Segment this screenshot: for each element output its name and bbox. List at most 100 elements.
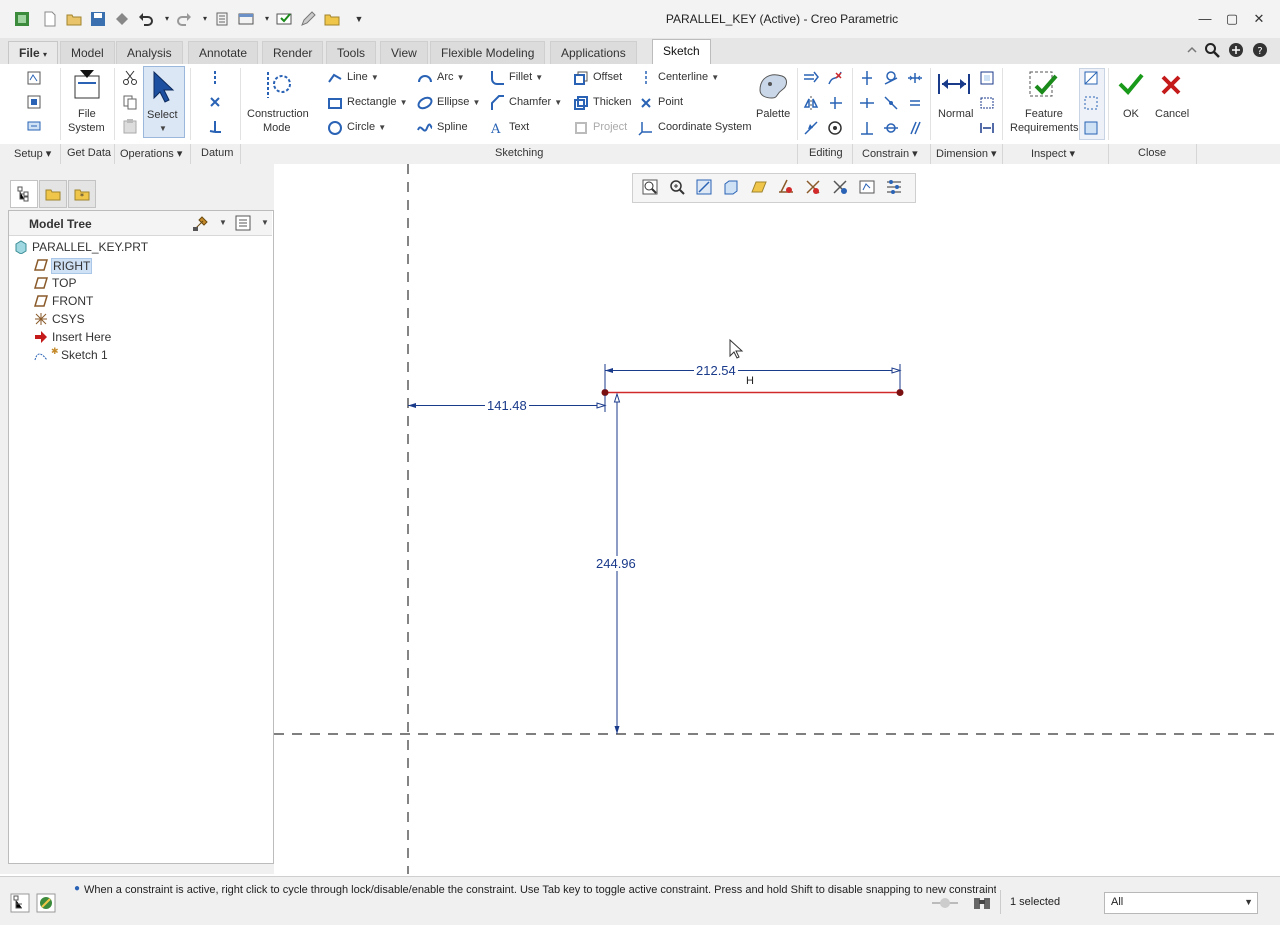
tree-columns-icon[interactable] xyxy=(234,214,252,232)
datum-centerline-icon[interactable] xyxy=(207,70,223,86)
tab-annotate[interactable]: Annotate xyxy=(188,41,259,64)
tree-item-front[interactable]: FRONT xyxy=(52,294,93,308)
rotate-resize-icon[interactable] xyxy=(827,120,843,136)
selection-binoculars-icon[interactable] xyxy=(972,894,992,912)
corner-icon[interactable] xyxy=(827,95,843,111)
coincident-constraint-icon[interactable] xyxy=(883,120,899,136)
midpoint-constraint-icon[interactable] xyxy=(883,95,899,111)
delete-segment-icon[interactable] xyxy=(827,70,843,86)
rectangle-dropdown-icon[interactable]: ▼ xyxy=(400,98,408,107)
tree-settings-icon[interactable] xyxy=(192,214,210,232)
dimension-height-value[interactable]: 244.96 xyxy=(594,556,638,571)
point-label[interactable]: Point xyxy=(658,96,683,108)
parallel-constraint-icon[interactable] xyxy=(907,120,923,136)
datum-point-icon[interactable] xyxy=(207,94,223,110)
tree-item-insert-here[interactable]: Insert Here xyxy=(52,330,111,344)
offset-label[interactable]: Offset xyxy=(593,71,622,83)
tab-model[interactable]: Model xyxy=(60,41,115,64)
construction-mode-label-2[interactable]: Mode xyxy=(263,122,291,134)
favorites-tab[interactable]: * xyxy=(68,180,96,208)
maximize-icon[interactable]: ▢ xyxy=(1223,11,1241,27)
model-tree-tab[interactable] xyxy=(10,180,38,208)
selection-filter-dropdown[interactable]: All ▼ xyxy=(1104,892,1258,914)
ok-check-icon[interactable] xyxy=(1118,72,1144,96)
line-icon[interactable] xyxy=(327,70,343,86)
community-icon[interactable] xyxy=(1228,42,1244,58)
normal-dimension-icon[interactable] xyxy=(937,70,971,98)
rectangle-button[interactable]: Rectangle ▼ xyxy=(347,96,408,108)
group-inspect[interactable]: Inspect ▾ xyxy=(1031,147,1075,160)
feature-requirements-label-1[interactable]: Feature xyxy=(1025,108,1063,120)
arc-dropdown-icon[interactable]: ▼ xyxy=(457,73,465,82)
open-ends-icon[interactable] xyxy=(1083,95,1099,111)
perpendicular-constraint-icon[interactable] xyxy=(859,120,875,136)
centerline-button[interactable]: Centerline ▼ xyxy=(658,71,719,83)
ok-button[interactable]: OK xyxy=(1123,108,1139,120)
tab-applications[interactable]: Applications xyxy=(550,41,637,64)
tree-item-top[interactable]: TOP xyxy=(52,276,76,290)
select-label[interactable]: Select xyxy=(147,109,178,121)
tab-render[interactable]: Render xyxy=(262,41,324,64)
tree-item-right[interactable]: RIGHT xyxy=(51,258,93,274)
dimension-width-value[interactable]: 212.54 xyxy=(694,363,738,378)
paste-icon[interactable] xyxy=(122,118,138,134)
arc-icon[interactable] xyxy=(417,70,433,86)
cancel-button[interactable]: Cancel xyxy=(1155,108,1189,120)
line-start-vertex[interactable] xyxy=(601,389,609,396)
thicken-icon[interactable] xyxy=(573,95,589,111)
tab-view[interactable]: View xyxy=(380,41,428,64)
circle-dropdown-icon[interactable]: ▼ xyxy=(378,123,386,132)
smart-filter-slider-icon[interactable] xyxy=(930,895,960,911)
cancel-x-icon[interactable] xyxy=(1160,74,1182,96)
palette-icon[interactable] xyxy=(756,70,790,102)
tab-sketch[interactable]: Sketch xyxy=(652,39,711,66)
chamfer-dropdown-icon[interactable]: ▼ xyxy=(554,98,562,107)
collapse-ribbon-icon[interactable] xyxy=(1186,44,1198,56)
normal-label[interactable]: Normal xyxy=(938,108,973,120)
vertical-constraint-icon[interactable] xyxy=(859,70,875,86)
sketch-view-icon[interactable] xyxy=(26,118,42,134)
group-constrain[interactable]: Constrain ▾ xyxy=(862,147,918,160)
datum-csys-icon[interactable] xyxy=(207,118,223,134)
point-icon[interactable] xyxy=(638,95,654,111)
centerline-dropdown-icon[interactable]: ▼ xyxy=(711,73,719,82)
select-arrow-icon[interactable] xyxy=(150,70,176,104)
fillet-dropdown-icon[interactable]: ▼ xyxy=(535,73,543,82)
sketch-canvas[interactable] xyxy=(274,164,1280,874)
file-system-label-1[interactable]: File xyxy=(78,108,96,120)
chevron-down-icon[interactable]: ▼ xyxy=(1244,897,1253,907)
tab-file[interactable]: File ▾ xyxy=(8,41,59,65)
tab-analysis[interactable]: Analysis xyxy=(116,41,183,64)
file-system-label-2[interactable]: System xyxy=(68,122,105,134)
divide-icon[interactable] xyxy=(803,120,819,136)
rectangle-icon[interactable] xyxy=(327,95,343,111)
select-dropdown-icon[interactable]: ▼ xyxy=(159,124,167,133)
equal-constraint-icon[interactable] xyxy=(907,95,923,111)
references-icon[interactable] xyxy=(26,94,42,110)
show-navigator-icon[interactable] xyxy=(10,893,30,913)
show-browser-icon[interactable] xyxy=(36,893,56,913)
thicken-label[interactable]: Thicken xyxy=(593,96,632,108)
coordinate-system-icon[interactable] xyxy=(638,120,654,136)
perimeter-dimension-icon[interactable] xyxy=(979,70,995,86)
group-setup[interactable]: Setup ▾ xyxy=(14,147,51,160)
tree-columns-dropdown-icon[interactable]: ▼ xyxy=(261,218,269,227)
text-label[interactable]: Text xyxy=(509,121,529,133)
circle-icon[interactable] xyxy=(327,120,343,136)
spline-label[interactable]: Spline xyxy=(437,121,468,133)
tree-item-part[interactable]: PARALLEL_KEY.PRT xyxy=(32,240,148,254)
chamfer-button[interactable]: Chamfer ▼ xyxy=(509,96,562,108)
baseline-dimension-icon[interactable] xyxy=(979,120,995,136)
text-icon[interactable]: A xyxy=(489,120,505,136)
fillet-button[interactable]: Fillet ▼ xyxy=(509,71,543,83)
group-operations[interactable]: Operations ▾ xyxy=(120,147,182,160)
cut-icon[interactable] xyxy=(122,70,138,86)
fillet-icon[interactable] xyxy=(489,70,505,86)
shade-closed-loops-icon[interactable] xyxy=(1083,120,1099,136)
sketch-setup-icon[interactable] xyxy=(26,70,42,86)
overlapping-geometry-icon[interactable] xyxy=(1083,70,1099,86)
dimension-offset-value[interactable]: 141.48 xyxy=(485,398,529,413)
folder-browser-tab[interactable] xyxy=(39,180,67,208)
spline-icon[interactable] xyxy=(417,120,433,136)
reference-dimension-icon[interactable] xyxy=(979,95,995,111)
